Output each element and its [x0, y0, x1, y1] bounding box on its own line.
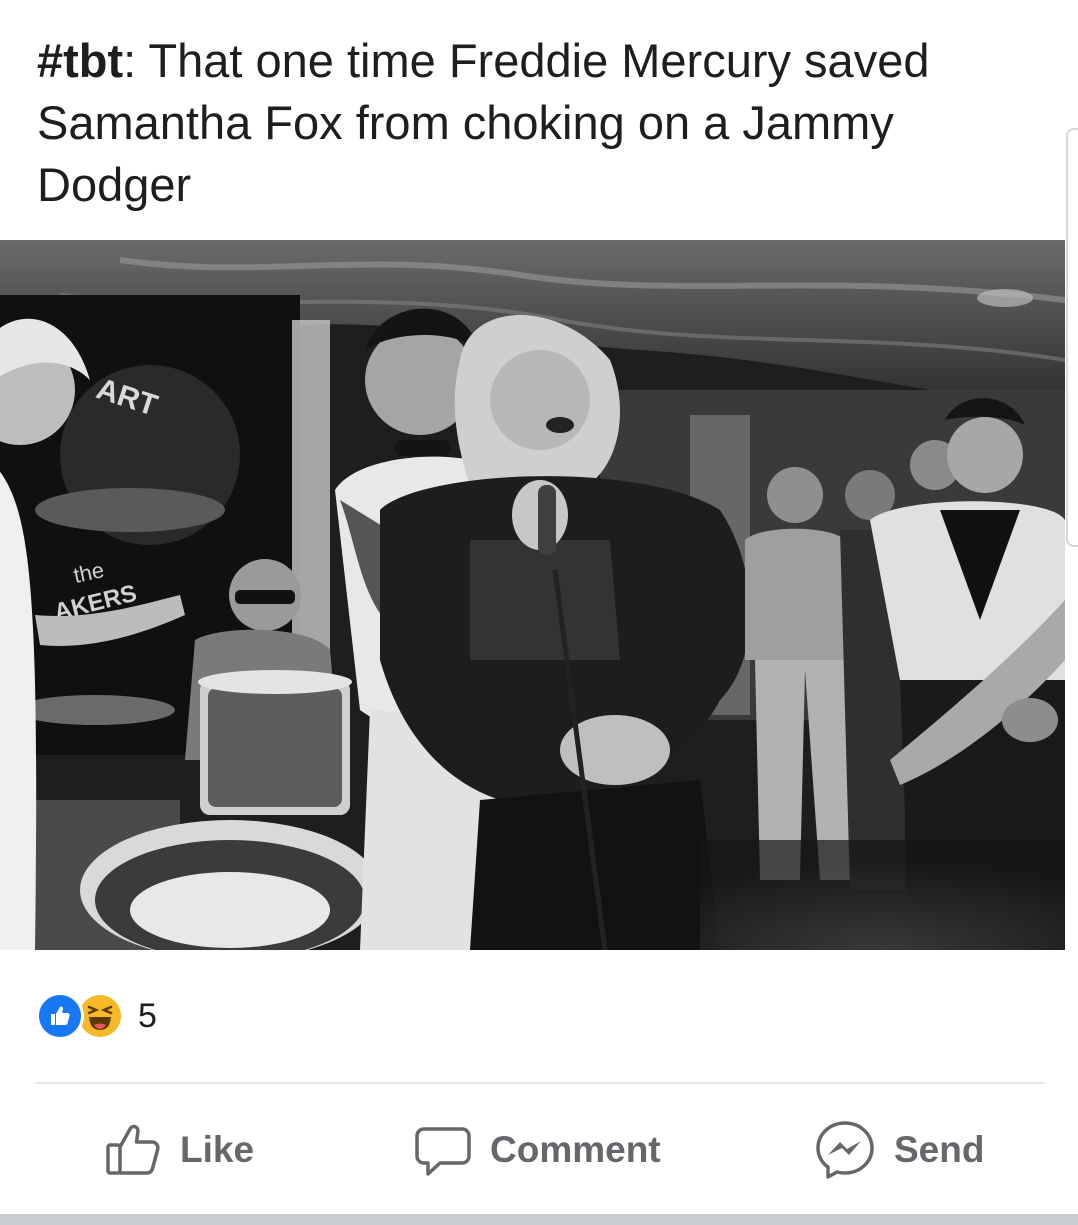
messenger-icon — [814, 1119, 876, 1181]
post-title: #tbt: That one time Freddie Mercury save… — [37, 30, 997, 216]
send-button[interactable]: Send — [814, 1110, 984, 1190]
bottom-separator — [0, 1214, 1078, 1225]
thumbs-up-icon — [104, 1121, 162, 1179]
comment-bubble-icon — [414, 1121, 472, 1179]
comment-label: Comment — [490, 1129, 661, 1170]
like-button[interactable]: Like — [104, 1110, 254, 1190]
reactions-summary[interactable]: 5 — [36, 990, 157, 1042]
side-panel-edge[interactable] — [1066, 128, 1078, 547]
send-label: Send — [894, 1129, 985, 1170]
comment-button[interactable]: Comment — [414, 1110, 661, 1190]
post-title-text: : That one time Freddie Mercury saved Sa… — [37, 34, 930, 211]
hashtag-link[interactable]: #tbt — [37, 34, 123, 87]
post-actions: Like Comment Send — [0, 1110, 1078, 1190]
like-reaction-icon — [36, 992, 84, 1040]
post-card: #tbt: That one time Freddie Mercury save… — [0, 0, 1078, 1225]
like-label: Like — [180, 1129, 255, 1170]
reaction-count: 5 — [138, 996, 157, 1035]
post-photo[interactable]: ART the AKERS — [0, 240, 1065, 950]
divider — [36, 1082, 1044, 1084]
